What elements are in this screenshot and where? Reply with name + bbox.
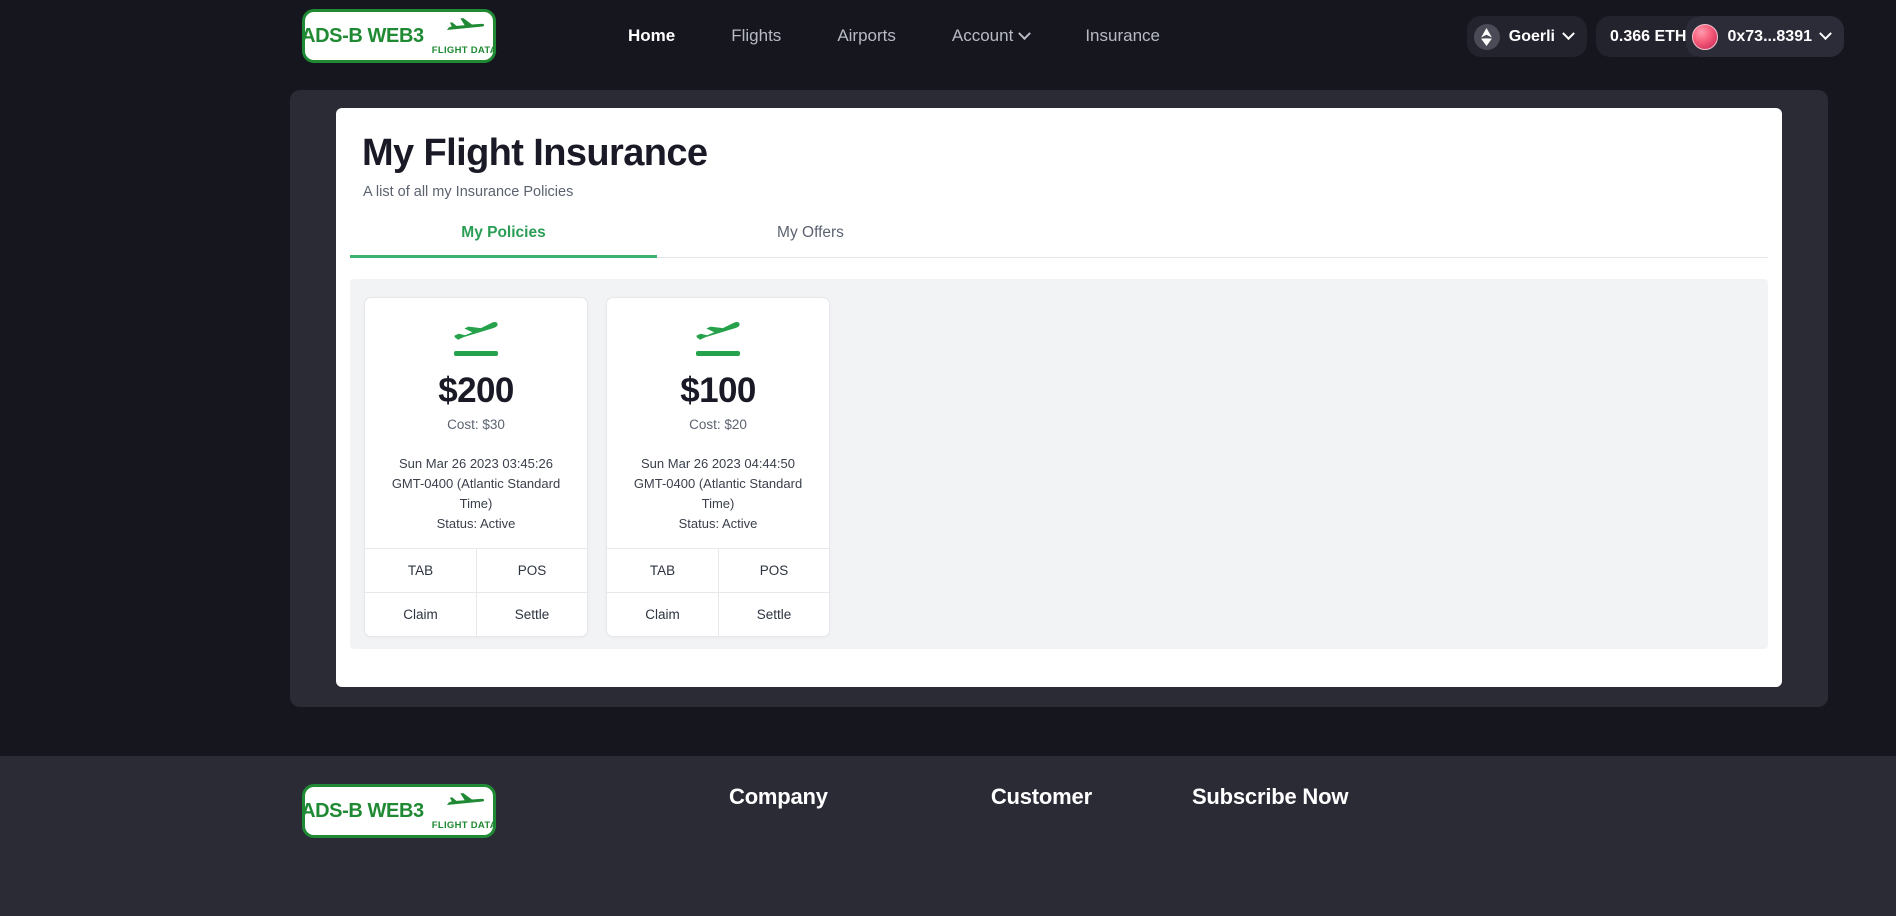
airplane-takeoff-icon	[379, 320, 573, 356]
policy-card-body: $200 Cost: $30 Sun Mar 26 2023 03:45:26 …	[365, 298, 587, 548]
policy-pos-button[interactable]: POS	[476, 549, 587, 593]
policy-action-row: TAB POS	[607, 549, 829, 593]
ethereum-icon	[1473, 23, 1500, 50]
footer-column-company: Company	[729, 784, 828, 810]
policy-date: Sun Mar 26 2023 04:44:50 GMT-0400 (Atlan…	[633, 455, 803, 512]
policy-amount: $200	[438, 371, 514, 410]
wallet-balance-address: 0.366 ETH 0x73...8391	[1595, 16, 1844, 57]
airplane-icon	[447, 18, 485, 30]
policy-status: Status: Active	[678, 516, 758, 532]
nav-links: Home Flights Airports Account Insurance	[600, 0, 1188, 72]
wallet-avatar-icon	[1692, 23, 1719, 50]
nav-link-home[interactable]: Home	[600, 26, 703, 46]
footer-heading-customer: Customer	[990, 784, 1092, 809]
brand-tagline: FLIGHT DATA	[431, 45, 497, 56]
footer-column-subscribe: Subscribe Now	[1191, 784, 1349, 810]
policy-date: Sun Mar 26 2023 03:45:26 GMT-0400 (Atlan…	[391, 455, 561, 512]
tab-my-offers[interactable]: My Offers	[657, 213, 964, 258]
airplane-icon	[454, 322, 498, 340]
tab-bar: My Policies My Offers	[350, 213, 1768, 258]
policy-action-row: Claim Settle	[365, 592, 587, 637]
nav-link-insurance-label: Insurance	[1085, 26, 1160, 45]
wallet-address-button[interactable]: 0x73...8391	[1686, 16, 1844, 57]
airplane-takeoff-icon	[621, 320, 815, 356]
page-title: My Flight Insurance	[362, 132, 708, 174]
footer-heading-subscribe: Subscribe Now	[1191, 784, 1349, 809]
footer-columns: Company Customer Subscribe Now	[496, 784, 1896, 810]
site-footer: ADS-B WEB3 FLIGHT DATA Company Customer …	[0, 756, 1896, 916]
policy-amount: $100	[680, 371, 756, 410]
runway-line-icon	[454, 351, 498, 356]
wallet-controls: Goerli 0.366 ETH 0x73...8391	[1466, 16, 1844, 57]
policy-claim-button[interactable]: Claim	[607, 593, 718, 637]
airplane-icon	[447, 793, 485, 805]
policy-settle-button[interactable]: Settle	[476, 593, 587, 637]
policy-tab-button[interactable]: TAB	[607, 549, 718, 593]
content-shell: My Flight Insurance A list of all my Ins…	[290, 90, 1828, 707]
policy-actions: TAB POS Claim Settle	[607, 548, 829, 637]
nav-link-account[interactable]: Account	[924, 26, 1057, 46]
footer-brand-tagline: FLIGHT DATA	[431, 820, 497, 831]
policy-status: Status: Active	[436, 516, 516, 532]
nav-link-airports-label: Airports	[837, 26, 896, 45]
policy-pos-button[interactable]: POS	[718, 549, 829, 593]
nav-link-account-label: Account	[951, 26, 1014, 45]
footer-column-customer: Customer	[991, 784, 1092, 810]
footer-brand-logo[interactable]: ADS-B WEB3 FLIGHT DATA	[301, 784, 497, 838]
policy-action-row: TAB POS	[365, 549, 587, 593]
footer-brand-plane-group: FLIGHT DATA	[432, 791, 497, 831]
top-navbar: ADS-B WEB3 FLIGHT DATA Home Flights Airp…	[0, 0, 1896, 72]
brand-plane-group: FLIGHT DATA	[432, 16, 497, 56]
airplane-icon	[696, 322, 740, 340]
policy-card: $200 Cost: $30 Sun Mar 26 2023 03:45:26 …	[364, 297, 588, 638]
policy-cost: Cost: $20	[689, 416, 747, 432]
nav-link-airports[interactable]: Airports	[809, 26, 924, 46]
policy-card-body: $100 Cost: $20 Sun Mar 26 2023 04:44:50 …	[607, 298, 829, 548]
network-label: Goerli	[1508, 27, 1555, 45]
page-subtitle: A list of all my Insurance Policies	[363, 184, 574, 200]
policy-tab-button[interactable]: TAB	[365, 549, 476, 593]
footer-brand-name: ADS-B WEB3	[301, 799, 424, 822]
network-selector[interactable]: Goerli	[1466, 16, 1587, 57]
brand-name: ADS-B WEB3	[301, 24, 424, 47]
footer-inner: ADS-B WEB3 FLIGHT DATA Company Customer …	[0, 784, 1896, 838]
tab-my-policies-label: My Policies	[461, 224, 546, 241]
nav-link-insurance[interactable]: Insurance	[1057, 26, 1188, 46]
policy-claim-button[interactable]: Claim	[365, 593, 476, 637]
chevron-down-icon	[1018, 26, 1032, 40]
insurance-panel: My Flight Insurance A list of all my Ins…	[336, 108, 1782, 687]
wallet-balance[interactable]: 0.366 ETH	[1595, 16, 1697, 57]
policy-actions: TAB POS Claim Settle	[365, 548, 587, 637]
footer-heading-company: Company	[729, 784, 828, 809]
policy-cost: Cost: $30	[447, 416, 505, 432]
chevron-down-icon	[1562, 27, 1575, 41]
chevron-down-icon	[1819, 27, 1832, 41]
wallet-balance-label: 0.366 ETH	[1609, 27, 1687, 45]
tab-my-offers-label: My Offers	[777, 224, 844, 241]
tab-my-policies[interactable]: My Policies	[350, 213, 657, 258]
policy-settle-button[interactable]: Settle	[718, 593, 829, 637]
policy-list: $200 Cost: $30 Sun Mar 26 2023 03:45:26 …	[350, 279, 1768, 649]
brand-logo[interactable]: ADS-B WEB3 FLIGHT DATA	[301, 9, 497, 63]
nav-link-flights[interactable]: Flights	[703, 26, 809, 46]
policy-card: $100 Cost: $20 Sun Mar 26 2023 04:44:50 …	[606, 297, 830, 638]
wallet-address-label: 0x73...8391	[1727, 27, 1812, 45]
app-root: ADS-B WEB3 FLIGHT DATA Home Flights Airp…	[0, 0, 1896, 916]
runway-line-icon	[696, 351, 740, 356]
page-spacer	[0, 707, 1896, 756]
nav-link-home-label: Home	[628, 26, 676, 45]
policy-action-row: Claim Settle	[607, 592, 829, 637]
nav-link-flights-label: Flights	[731, 26, 782, 45]
